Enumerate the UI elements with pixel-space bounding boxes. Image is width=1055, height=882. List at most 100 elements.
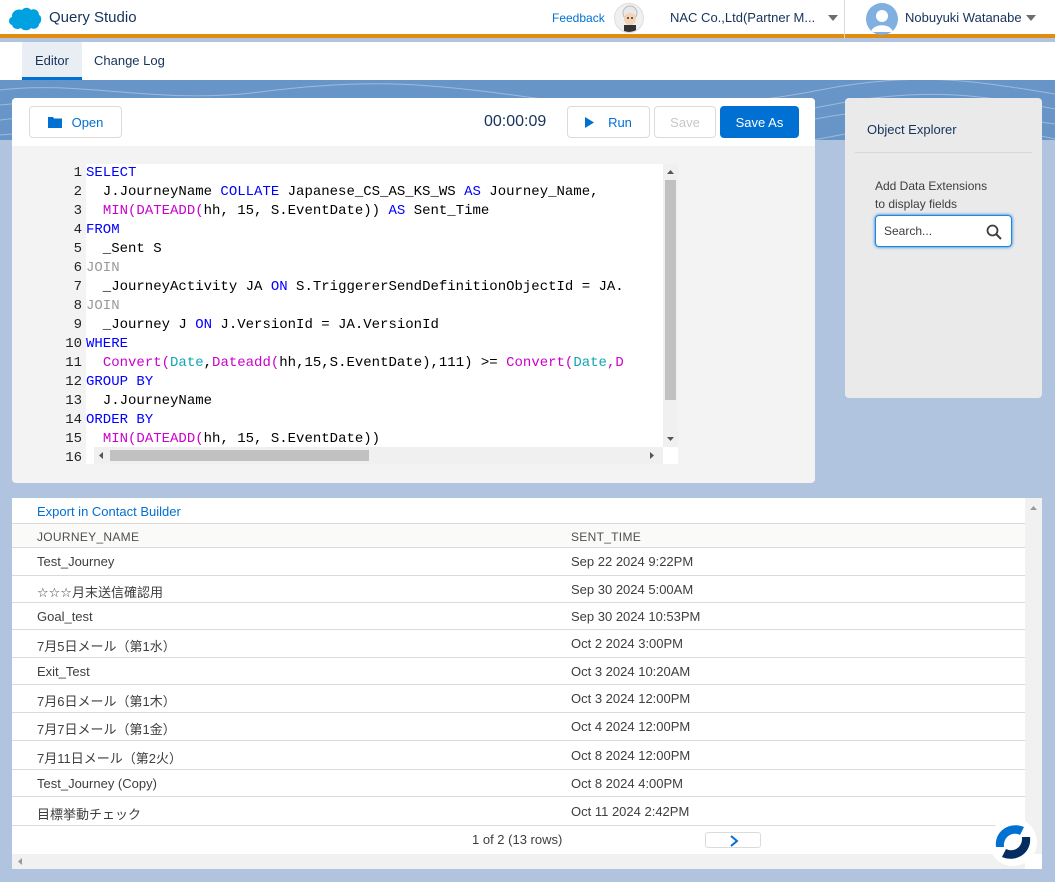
column-header-journey-name[interactable]: JOURNEY_NAME <box>37 530 139 544</box>
cell-sent-time: Oct 8 2024 12:00PM <box>571 747 691 763</box>
feedback-link[interactable]: Feedback <box>552 11 605 25</box>
table-row: 目標挙動チェック Oct 11 2024 2:42PM <box>12 797 1025 826</box>
export-contact-builder-link[interactable]: Export in Contact Builder <box>37 504 181 519</box>
line-number: 7 <box>73 279 82 295</box>
einstein-avatar-icon[interactable] <box>614 3 644 33</box>
code-line: SELECT <box>86 164 624 183</box>
salesforce-help-badge-icon[interactable] <box>988 817 1038 867</box>
code-token: JOIN <box>86 298 120 314</box>
table-row: Test_Journey (Copy) Oct 8 2024 4:00PM <box>12 770 1025 797</box>
code-token: WHERE <box>86 336 129 352</box>
cell-journey-name: Test_Journey <box>37 554 115 569</box>
line-number: 14 <box>65 412 82 428</box>
save-as-button[interactable]: Save As <box>720 106 799 138</box>
line-number: 1 <box>73 165 82 181</box>
table-row: Exit_Test Oct 3 2024 10:20AM <box>12 658 1025 685</box>
code-token: , <box>203 355 213 371</box>
user-name[interactable]: Nobuyuki Watanabe <box>905 10 1022 25</box>
line-number: 9 <box>73 317 82 333</box>
code-token: Sent_Time <box>405 203 490 219</box>
tab-editor-label: Editor <box>35 53 69 68</box>
code-token: ON <box>270 279 288 295</box>
code-token: JOIN <box>86 260 120 276</box>
cell-sent-time: Oct 3 2024 12:00PM <box>571 691 691 706</box>
cell-sent-time: Oct 4 2024 12:00PM <box>571 719 691 734</box>
editor-toolbar: Open 00:00:09 Run Save Save As <box>12 98 815 146</box>
code-token: Date <box>170 355 204 371</box>
results-horizontal-scrollbar[interactable] <box>12 854 1025 869</box>
table-row: 7月5日メール（第1水） Oct 2 2024 3:00PM <box>12 630 1025 658</box>
tab-bar: Editor Change Log <box>0 42 1055 80</box>
cell-journey-name: 7月11日メール（第2火） <box>37 750 182 766</box>
code-line: _JourneyActivity JA ON S.TriggererSendDe… <box>86 278 624 297</box>
line-number: 6 <box>73 260 82 276</box>
tab-change-log-label: Change Log <box>94 53 165 68</box>
code-token: _Sent S <box>86 241 162 257</box>
code-token: ,D <box>606 355 624 371</box>
code-token: SELECT <box>86 165 137 181</box>
object-explorer-title: Object Explorer <box>867 122 957 137</box>
object-explorer-hint-line2: to display fields <box>875 197 958 211</box>
line-number: 13 <box>65 393 82 409</box>
data-extension-search[interactable] <box>875 215 1012 247</box>
column-header-sent-time[interactable]: SENT_TIME <box>571 530 641 544</box>
cell-sent-time: Oct 8 2024 4:00PM <box>571 775 684 791</box>
code-token: AS <box>464 184 481 200</box>
object-explorer-hint-line1: Add Data Extensions <box>875 179 988 193</box>
pagination-status: 1 of 2 (13 rows) <box>472 832 563 847</box>
app-title: Query Studio <box>49 9 137 26</box>
code-token: _Journey J <box>86 317 196 333</box>
run-button[interactable]: Run <box>567 106 650 138</box>
cell-journey-name: Goal_test <box>37 608 93 624</box>
editor-vertical-scrollbar[interactable] <box>663 164 678 447</box>
code-line: J.JourneyName <box>86 392 624 411</box>
save-button[interactable]: Save <box>654 106 716 138</box>
table-row: Goal_test Sep 30 2024 10:53PM <box>12 603 1025 630</box>
cell-sent-time: Oct 2 2024 3:00PM <box>571 636 684 651</box>
results-vertical-scrollbar[interactable] <box>1025 498 1042 854</box>
search-icon[interactable] <box>986 224 1002 240</box>
cell-sent-time: Sep 30 2024 10:53PM <box>571 608 701 624</box>
run-button-label: Run <box>608 114 632 130</box>
table-row: 7月7日メール（第1金） Oct 4 2024 12:00PM <box>12 713 1025 741</box>
object-explorer-panel: Object Explorer Add Data Extensions to d… <box>845 98 1042 398</box>
chevron-right-icon <box>730 835 739 847</box>
code-token: J.VersionId = JA.VersionId <box>212 317 439 333</box>
org-chevron-down-icon[interactable] <box>828 15 838 21</box>
tab-editor[interactable]: Editor <box>22 42 82 80</box>
header-divider <box>844 0 845 38</box>
code-token: FROM <box>86 222 120 238</box>
code-token: hh, 15, S.EventDate)) <box>203 431 381 447</box>
user-avatar-icon[interactable] <box>866 3 898 35</box>
cell-sent-time: Oct 3 2024 10:20AM <box>571 663 691 679</box>
tab-change-log[interactable]: Change Log <box>94 42 165 80</box>
code-line: J.JourneyName COLLATE Japanese_CS_AS_KS_… <box>86 183 624 202</box>
line-number-gutter: 1 2 3 4 5 6 7 8 9 10 11 12 13 14 15 16 <box>32 164 84 466</box>
line-number: 15 <box>65 431 82 447</box>
code-line: GROUP BY <box>86 373 624 392</box>
code-lines: SELECT J.JourneyName COLLATE Japanese_CS… <box>86 164 624 464</box>
open-button[interactable]: Open <box>29 106 122 138</box>
results-table-header: JOURNEY_NAME SENT_TIME <box>12 523 1025 548</box>
user-chevron-down-icon[interactable] <box>1026 15 1036 21</box>
line-number: 10 <box>65 336 82 352</box>
next-page-button[interactable] <box>705 832 761 848</box>
data-extension-search-input[interactable] <box>884 222 984 240</box>
code-token: GROUP BY <box>86 374 154 390</box>
results-panel: Export in Contact Builder JOURNEY_NAME S… <box>12 498 1042 869</box>
query-editor-panel: Open 00:00:09 Run Save Save As 123456789… <box>12 98 815 483</box>
code-line: Convert(Date,Dateadd(hh,15,S.EventDate),… <box>86 354 624 373</box>
object-explorer-divider <box>855 152 1032 153</box>
cell-sent-time: Sep 30 2024 5:00AM <box>571 581 694 597</box>
code-line: FROM <box>86 221 624 240</box>
org-switcher[interactable]: NAC Co.,Ltd(Partner M... <box>670 10 820 25</box>
editor-horizontal-scroll-thumb[interactable] <box>110 450 369 461</box>
editor-horizontal-scrollbar[interactable] <box>94 447 663 464</box>
editor-vertical-scroll-thumb[interactable] <box>665 180 676 400</box>
sql-code-editor[interactable]: SELECT J.JourneyName COLLATE Japanese_CS… <box>86 164 678 464</box>
line-number: 3 <box>73 203 82 219</box>
code-token: AS <box>388 203 406 219</box>
